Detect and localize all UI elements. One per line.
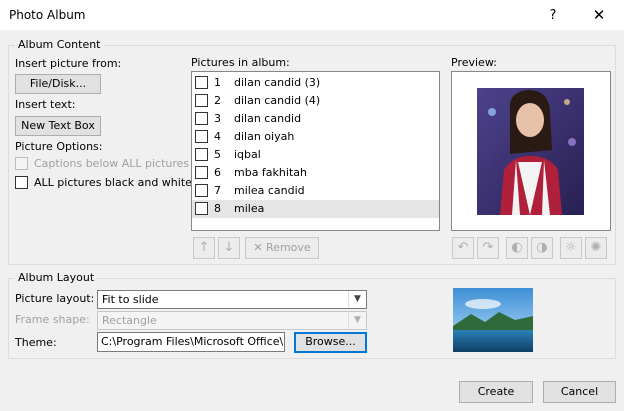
help-button[interactable]: ? [530, 0, 576, 31]
contrast-up-icon[interactable]: ◐ [506, 237, 528, 259]
picture-layout-select[interactable]: Fit to slide ▼ [97, 290, 367, 309]
list-item[interactable]: 4 dilan oiyah [192, 128, 439, 146]
item-checkbox[interactable] [195, 148, 208, 161]
arrow-down-icon[interactable]: ↓ [218, 237, 240, 259]
captions-checkbox[interactable] [15, 157, 28, 170]
brightness-up-icon[interactable]: ☼ [560, 237, 582, 259]
preview-pane [451, 71, 611, 231]
picture-layout-label: Picture layout: [15, 292, 95, 305]
item-number: 1 [214, 76, 221, 89]
window-title: Photo Album [9, 8, 86, 22]
insert-picture-label: Insert picture from: [15, 57, 122, 70]
item-number: 7 [214, 184, 221, 197]
item-name: dilan oiyah [234, 130, 295, 143]
insert-text-label: Insert text: [15, 98, 76, 111]
remove-x-icon: ✕ [253, 241, 267, 254]
chevron-down-icon: ▼ [348, 291, 366, 308]
list-item[interactable]: 7 milea candid [192, 182, 439, 200]
arrow-up-icon[interactable]: ↑ [193, 237, 215, 259]
contrast-down-icon[interactable]: ◑ [531, 237, 553, 259]
album-layout-title: Album Layout [15, 271, 98, 284]
browse-button[interactable]: Browse... [294, 332, 367, 353]
rotate-left-icon[interactable]: ↶ [452, 237, 474, 259]
close-button[interactable]: ✕ [576, 0, 622, 31]
theme-value: C:\Program Files\Microsoft Office\ro [101, 335, 285, 348]
list-item[interactable]: 1 dilan candid (3) [192, 74, 439, 92]
frame-shape-value: Rectangle [102, 314, 157, 327]
title-bar: Photo Album ? ✕ [0, 0, 624, 31]
list-item-selected[interactable]: 8 milea [192, 200, 439, 218]
item-name: iqbal [234, 148, 261, 161]
item-number: 2 [214, 94, 221, 107]
remove-label: Remove [266, 241, 311, 254]
list-item[interactable]: 2 dilan candid (4) [192, 92, 439, 110]
theme-thumbnail [453, 288, 533, 352]
item-checkbox[interactable] [195, 112, 208, 125]
theme-landscape-image [453, 288, 533, 352]
brightness-down-icon[interactable]: ✺ [585, 237, 607, 259]
item-name: dilan candid (4) [234, 94, 321, 107]
pictures-list[interactable]: 1 dilan candid (3) 2 dilan candid (4) 3 … [191, 71, 440, 231]
list-item[interactable]: 6 mba fakhitah [192, 164, 439, 182]
album-content-title: Album Content [15, 38, 104, 51]
create-button[interactable]: Create [459, 381, 533, 403]
item-checkbox[interactable] [195, 130, 208, 143]
file-disk-button[interactable]: File/Disk... [15, 74, 101, 94]
picture-options-label: Picture Options: [15, 140, 103, 153]
item-checkbox[interactable] [195, 202, 208, 215]
item-number: 3 [214, 112, 221, 125]
frame-shape-label: Frame shape: [15, 313, 90, 326]
captions-label: Captions below ALL pictures [34, 157, 190, 170]
rotate-right-icon[interactable]: ↷ [477, 237, 499, 259]
list-item[interactable]: 3 dilan candid [192, 110, 439, 128]
theme-input[interactable]: C:\Program Files\Microsoft Office\ro [97, 332, 285, 352]
new-text-box-button[interactable]: New Text Box [15, 116, 101, 136]
item-checkbox[interactable] [195, 184, 208, 197]
item-number: 8 [214, 202, 221, 215]
item-checkbox[interactable] [195, 94, 208, 107]
theme-label: Theme: [15, 336, 57, 349]
frame-shape-select[interactable]: Rectangle ▼ [97, 311, 367, 330]
remove-button[interactable]: ✕ Remove [245, 237, 319, 259]
item-name: mba fakhitah [234, 166, 307, 179]
item-name: milea candid [234, 184, 305, 197]
picture-layout-value: Fit to slide [102, 293, 159, 306]
item-name: dilan candid (3) [234, 76, 321, 89]
item-number: 4 [214, 130, 221, 143]
chevron-down-icon: ▼ [348, 312, 366, 329]
preview-header: Preview: [451, 56, 497, 69]
black-white-checkbox[interactable] [15, 176, 28, 189]
item-checkbox[interactable] [195, 166, 208, 179]
preview-photo [452, 72, 610, 230]
list-item[interactable]: 5 iqbal [192, 146, 439, 164]
item-number: 6 [214, 166, 221, 179]
black-white-label: ALL pictures black and white [34, 176, 192, 189]
pictures-header: Pictures in album: [191, 56, 290, 69]
item-number: 5 [214, 148, 221, 161]
item-name: dilan candid [234, 112, 302, 125]
cancel-button[interactable]: Cancel [543, 381, 616, 403]
item-name: milea [234, 202, 265, 215]
item-checkbox[interactable] [195, 76, 208, 89]
